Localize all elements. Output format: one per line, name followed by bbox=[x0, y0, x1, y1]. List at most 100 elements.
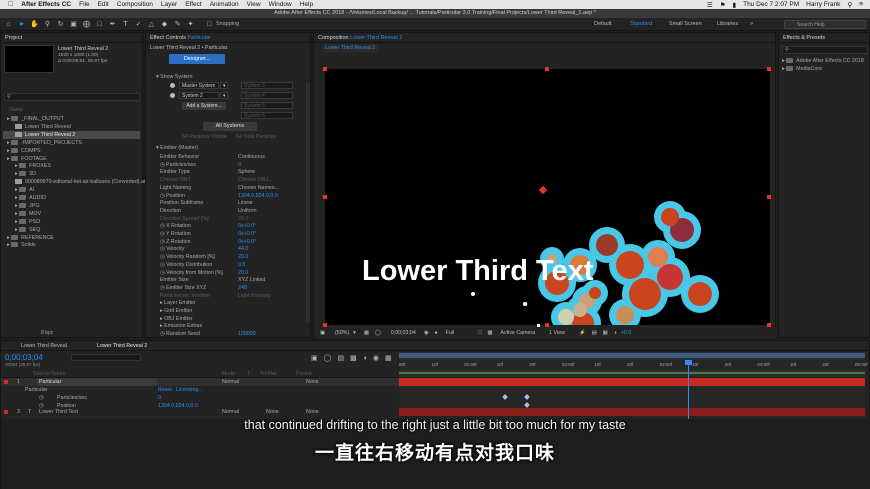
preset-item[interactable]: ▸ Adobe After Effects CC 2018 bbox=[782, 57, 864, 65]
project-search-input[interactable]: ⚲ bbox=[4, 93, 140, 101]
puppet-tool-icon[interactable]: ✦ bbox=[186, 20, 195, 29]
apple-icon[interactable]:  bbox=[8, 1, 13, 8]
effect-controls-tab[interactable]: Effect Controls Particular bbox=[146, 33, 310, 43]
work-area-bar[interactable] bbox=[399, 352, 865, 360]
chevron-down-icon[interactable]: ▾ bbox=[353, 330, 356, 336]
layer-color-label[interactable] bbox=[4, 380, 8, 384]
mask-icon[interactable]: ◯ bbox=[375, 330, 381, 336]
battery-icon[interactable]: ▮ bbox=[733, 1, 737, 9]
workspace-default[interactable]: Default bbox=[594, 18, 611, 31]
property-row-particles-sec[interactable]: ◷ Particles/sec 0 bbox=[1, 394, 399, 402]
workspace-libraries[interactable]: Libraries bbox=[717, 18, 738, 31]
project-item[interactable]: ▸ AI bbox=[3, 186, 140, 194]
camera-tool-icon[interactable]: ▣ bbox=[69, 20, 78, 29]
menu-file[interactable]: File bbox=[79, 1, 89, 8]
pan-behind-icon[interactable]: ⨁ bbox=[82, 20, 91, 29]
bounding-handle[interactable] bbox=[545, 67, 549, 71]
rect-tool-icon[interactable]: □ bbox=[95, 20, 104, 29]
flag-icon[interactable]: ⚑ bbox=[720, 1, 726, 9]
timeline-tab-reveal-2[interactable]: Lower Third Reveal 2 bbox=[97, 342, 147, 350]
snapshot-icon[interactable]: ◉ bbox=[424, 330, 429, 336]
col-trkmat[interactable]: TrkMat bbox=[260, 370, 276, 378]
zoom-dropdown[interactable]: (50%) bbox=[335, 330, 349, 336]
menu-view[interactable]: View bbox=[247, 1, 261, 8]
timeline-icon[interactable]: ▤ bbox=[592, 330, 597, 336]
project-item[interactable]: ▸ MOV bbox=[3, 210, 140, 218]
emitter-prop-value[interactable]: Light Intensity bbox=[238, 292, 271, 300]
property-value[interactable]: 0 bbox=[158, 394, 161, 402]
layer-parent[interactable]: None bbox=[306, 408, 319, 416]
layer-parent[interactable]: None bbox=[306, 378, 319, 386]
views-dropdown[interactable]: 1 View bbox=[549, 330, 565, 336]
zoom-tool-icon[interactable]: ⚲ bbox=[43, 20, 52, 29]
eraser-tool-icon[interactable]: ◆ bbox=[160, 20, 169, 29]
eye-icon[interactable] bbox=[170, 93, 175, 98]
stopwatch-icon[interactable]: ◷ bbox=[39, 394, 44, 402]
composition-tab[interactable]: Composition Lower Third Reveal 2 bbox=[314, 33, 775, 43]
work-area-range[interactable] bbox=[399, 353, 865, 358]
project-col-name[interactable]: Name bbox=[9, 106, 23, 114]
emitter-prop-value[interactable]: 100000 bbox=[238, 330, 256, 338]
project-item[interactable]: Lower Third Reveal bbox=[3, 123, 140, 131]
layer-trkmat[interactable]: None bbox=[266, 408, 279, 416]
time-ruler[interactable]: 00f 10f 01:00f 10f 20f 02:00f 10f 20f 03:00f 10f 2… bbox=[399, 360, 868, 370]
project-item[interactable]: 000089970-editorial-hot-air-balloons (Co… bbox=[3, 178, 145, 186]
menu-help[interactable]: Help bbox=[300, 1, 313, 8]
project-item[interactable]: ▸ FROXES bbox=[3, 162, 140, 170]
system-master-dropdown[interactable]: Master System bbox=[179, 82, 219, 89]
project-item[interactable]: ▸ JPG bbox=[3, 202, 140, 210]
col-t[interactable]: T bbox=[247, 370, 250, 378]
add-system-button[interactable]: Add a System... bbox=[182, 102, 226, 110]
project-item[interactable]: ▸ COMPS bbox=[3, 147, 140, 155]
playhead-handle[interactable] bbox=[685, 360, 692, 365]
timeline-search-input[interactable] bbox=[71, 354, 141, 361]
project-item[interactable]: ▸ 3D bbox=[3, 170, 140, 178]
effects-presets-tab[interactable]: Effects & Presets bbox=[779, 33, 869, 43]
layer-row-lower-third-text[interactable]: 3 T Lower Third Text Normal None None bbox=[1, 408, 399, 416]
effect-licensing-link[interactable]: Licensing... bbox=[176, 386, 203, 394]
hand-tool-icon[interactable]: ✋ bbox=[30, 20, 39, 29]
project-item[interactable]: ▸ _FINAL_OUTPUT bbox=[3, 115, 140, 123]
project-item[interactable]: ▸ AUDIO bbox=[3, 194, 140, 202]
workspace-small-screen[interactable]: Small Screen bbox=[669, 18, 702, 31]
type-tool-icon[interactable]: T bbox=[121, 20, 130, 29]
layer-mode[interactable]: Normal bbox=[222, 378, 239, 386]
composition-viewer[interactable]: Lower Third Text bbox=[325, 69, 770, 327]
transparency-icon[interactable]: ▩ bbox=[487, 330, 492, 336]
resolution-dropdown[interactable]: Full bbox=[446, 330, 455, 336]
snapping-checkbox[interactable]: □ bbox=[205, 20, 214, 29]
list-icon[interactable]: ≡ bbox=[859, 1, 863, 8]
col-mode[interactable]: Mode bbox=[222, 370, 235, 378]
current-time[interactable]: 0;00;03;04 bbox=[5, 353, 43, 362]
selection-tool-icon[interactable]: ➤ bbox=[17, 20, 26, 29]
project-item[interactable]: ▸ FOOTAGE bbox=[3, 155, 140, 163]
composition-subtab[interactable]: Lower Third Reveal 2 bbox=[322, 44, 379, 52]
channel-icon[interactable]: ● bbox=[434, 330, 437, 336]
designer-button[interactable]: Designer... bbox=[169, 54, 225, 64]
bounding-handle[interactable] bbox=[767, 67, 771, 71]
emitter-prop-value[interactable]: Continuous bbox=[238, 153, 265, 161]
project-item[interactable]: ▸ REFERENCE bbox=[3, 234, 140, 242]
roi-icon[interactable]: □ bbox=[478, 330, 481, 336]
workspace-menu-icon[interactable]: » bbox=[750, 18, 753, 31]
rotate-tool-icon[interactable]: ↻ bbox=[56, 20, 65, 29]
project-item[interactable]: ▸ PSD bbox=[3, 218, 140, 226]
always-preview-icon[interactable]: ▣ bbox=[320, 330, 325, 336]
clone-tool-icon[interactable]: △ bbox=[147, 20, 156, 29]
project-tab[interactable]: Project bbox=[1, 33, 142, 43]
emitter-header[interactable]: ▾ Emitter (Master) bbox=[156, 144, 198, 152]
menu-composition[interactable]: Composition bbox=[117, 1, 153, 8]
layer-mode[interactable]: Normal bbox=[222, 408, 239, 416]
workspace-standard[interactable]: Standard bbox=[630, 18, 652, 31]
bpc-indicator[interactable]: 8 bpc bbox=[41, 329, 53, 337]
clock[interactable]: Thu Dec 7 2:07 PM bbox=[743, 1, 799, 8]
layer-bar-particular[interactable] bbox=[399, 378, 865, 386]
bounding-handle[interactable] bbox=[323, 195, 327, 199]
menu-window[interactable]: Window bbox=[269, 1, 292, 8]
layer-bar-text[interactable] bbox=[399, 408, 865, 416]
all-systems-button[interactable]: All Systems bbox=[203, 122, 257, 131]
eye-icon[interactable] bbox=[170, 83, 175, 88]
chevron-down-icon[interactable]: ▾ bbox=[220, 82, 228, 89]
roto-tool-icon[interactable]: ✎ bbox=[173, 20, 182, 29]
effect-reset-link[interactable]: Reset bbox=[158, 386, 172, 394]
